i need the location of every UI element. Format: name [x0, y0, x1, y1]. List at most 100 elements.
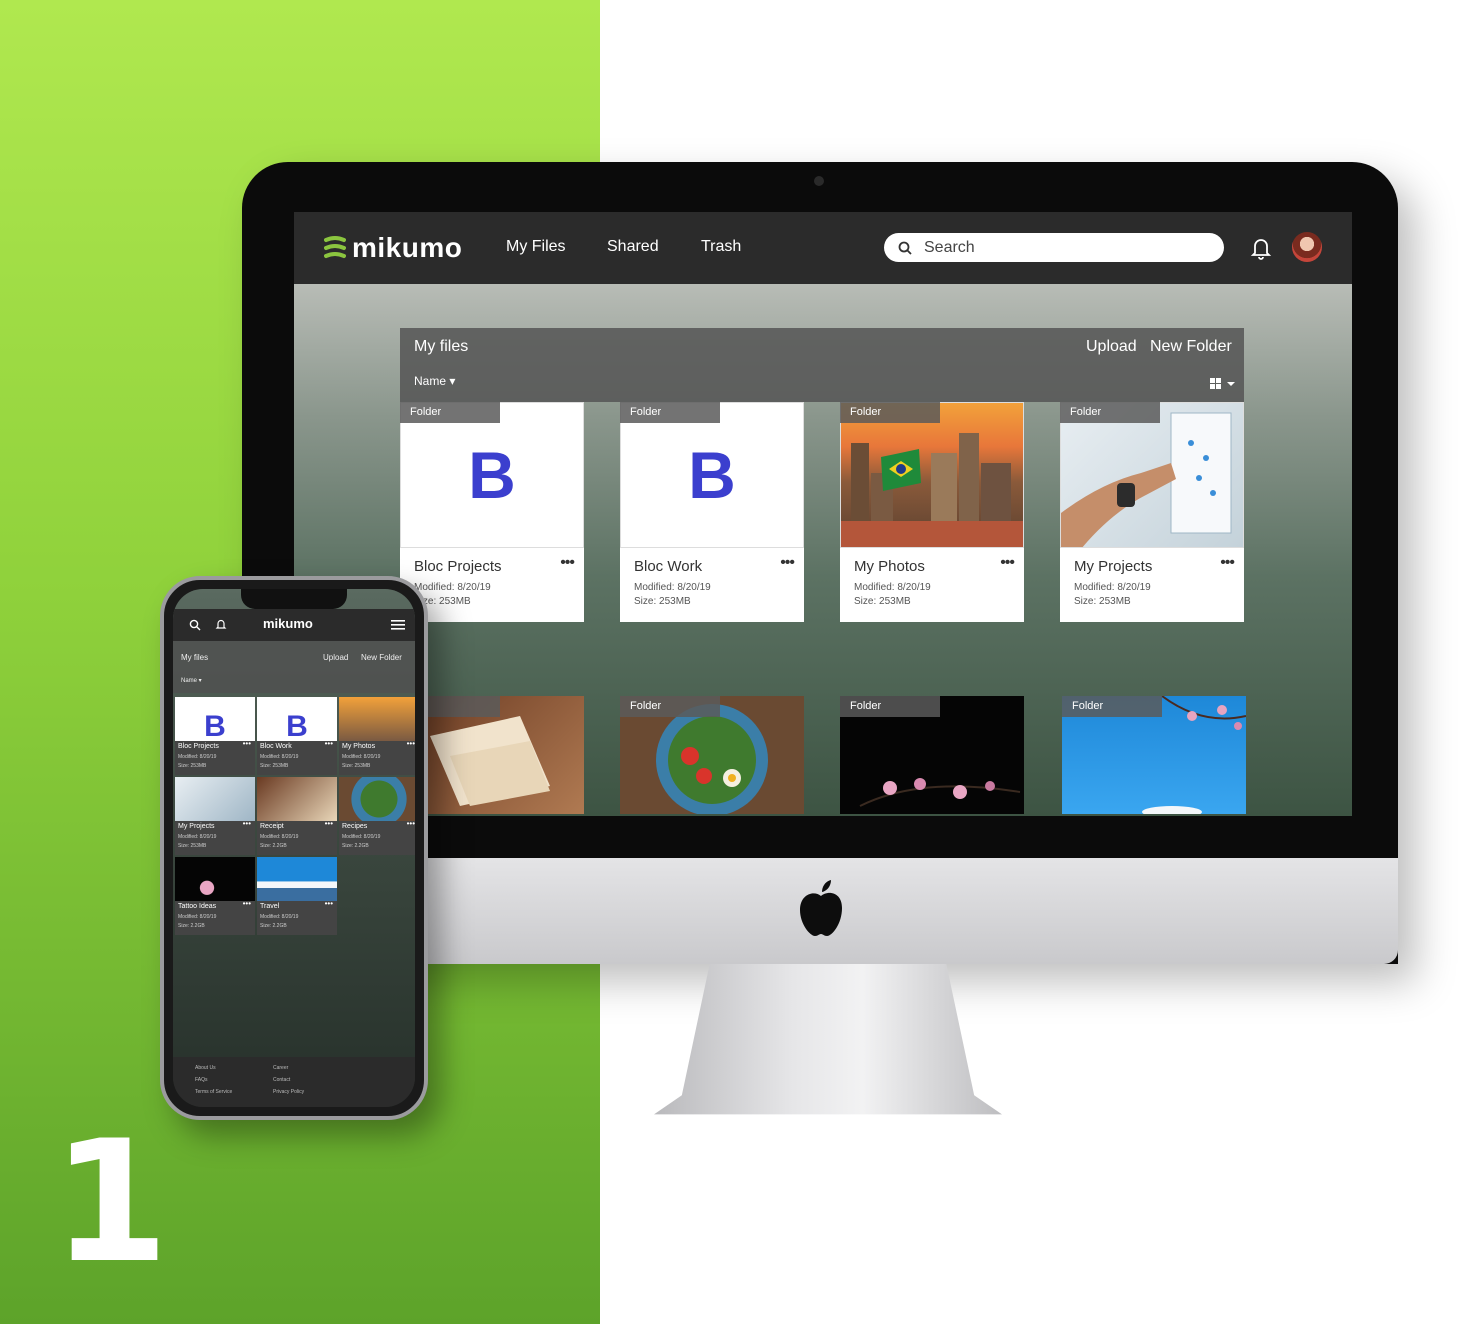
mobile-page-title: My files: [181, 653, 209, 662]
search-bar[interactable]: [884, 233, 1224, 262]
folder-card[interactable]: B Folder Bloc Work ••• Modified: 8/20/19…: [620, 402, 804, 622]
footer-link-faqs[interactable]: FAQs: [195, 1077, 208, 1083]
footer-link-career[interactable]: Career: [273, 1065, 288, 1071]
new-folder-button[interactable]: New Folder: [1150, 338, 1232, 356]
mobile-folder-name: Bloc Work: [260, 743, 292, 750]
folder-tag: Folder: [840, 696, 940, 717]
folder-tag: Folder: [1062, 696, 1162, 717]
more-options-icon[interactable]: •••: [1000, 554, 1015, 572]
mobile-folder-size: Size: 2.2GB: [260, 923, 287, 929]
nav-trash[interactable]: Trash: [701, 238, 741, 256]
avatar[interactable]: [1292, 232, 1322, 262]
folder-card[interactable]: Folder My Projects ••• Modified: 8/20/19…: [1060, 402, 1244, 622]
nav-shared[interactable]: Shared: [607, 238, 659, 256]
folder-card[interactable]: Folder My Photos ••• Modified: 8/20/19 S…: [840, 402, 1024, 622]
mobile-folder-size: Size: 253MB: [260, 763, 289, 769]
more-options-icon[interactable]: •••: [1220, 554, 1235, 572]
city-photo-thumbnail: [339, 697, 415, 741]
bloc-letter-logo: B: [468, 438, 516, 512]
sort-dropdown[interactable]: Name ▾: [414, 374, 455, 388]
mobile-footer: About Us FAQs Terms of Service Career Co…: [173, 1057, 415, 1107]
camera-icon: [814, 176, 824, 186]
more-options-icon[interactable]: •••: [325, 739, 333, 748]
bloc-letter-logo: B: [257, 697, 337, 741]
hand-whiteboard-image: [1061, 412, 1232, 547]
mobile-folder-modified: Modified: 8/20/19: [342, 834, 381, 840]
folder-card[interactable]: Folder: [840, 696, 1024, 814]
folder-tag: Folder: [840, 402, 940, 423]
folder-card[interactable]: Folder: [620, 696, 804, 814]
mobile-folder-card[interactable]: Travel Modified: 8/20/19 Size: 2.2GB •••: [257, 857, 337, 935]
folder-thumbnail: B: [400, 402, 584, 548]
city-skyline-image: [841, 433, 1023, 547]
hamburger-menu-icon[interactable]: [391, 620, 405, 630]
mobile-upload-button[interactable]: Upload: [323, 653, 348, 662]
search-icon: [898, 241, 912, 255]
bell-icon[interactable]: [1250, 236, 1272, 260]
folder-name: My Photos: [854, 558, 925, 575]
mobile-folder-modified: Modified: 8/20/19: [260, 914, 299, 920]
phone-device: mikumo My files Upload New Folder Name ▾…: [160, 576, 428, 1120]
grid-view-icon[interactable]: [1210, 378, 1238, 390]
folder-card[interactable]: B Folder Bloc Projects ••• Modified: 8/2…: [400, 402, 584, 622]
more-options-icon[interactable]: •••: [560, 554, 575, 572]
bell-icon[interactable]: [215, 618, 227, 631]
mobile-folder-size: Size: 2.2GB: [178, 923, 205, 929]
folder-size: Size: 253MB: [634, 596, 691, 607]
whiteboard-photo-thumbnail: [175, 777, 255, 821]
footer-link-contact[interactable]: Contact: [273, 1077, 290, 1083]
search-icon[interactable]: [189, 619, 201, 631]
mobile-logo[interactable]: mikumo: [263, 616, 313, 631]
upload-button[interactable]: Upload: [1086, 338, 1137, 356]
folder-size: Size: 253MB: [1074, 596, 1131, 607]
app-logo[interactable]: mikumo: [324, 232, 462, 264]
mobile-folder-size: Size: 253MB: [178, 843, 207, 849]
imac-stand: [654, 964, 1002, 1115]
bloc-letter-logo: B: [688, 438, 736, 512]
mobile-folder-card[interactable]: My Projects Modified: 8/20/19 Size: 253M…: [175, 777, 255, 855]
mobile-sort-dropdown[interactable]: Name ▾: [181, 677, 202, 684]
folder-modified: Modified: 8/20/19: [1074, 582, 1151, 593]
mobile-folder-size: Size: 253MB: [178, 763, 207, 769]
mobile-folder-size: Size: 253MB: [342, 763, 371, 769]
mobile-folder-modified: Modified: 8/20/19: [178, 914, 217, 920]
mobile-folder-modified: Modified: 8/20/19: [260, 754, 299, 760]
mobile-folder-card[interactable]: Tattoo Ideas Modified: 8/20/19 Size: 2.2…: [175, 857, 255, 935]
folder-card[interactable]: Folder: [1062, 696, 1246, 814]
files-area: My files Upload New Folder Name ▾ B Fold…: [294, 284, 1352, 816]
mobile-folder-name: Tattoo Ideas: [178, 903, 217, 910]
page-title: My files: [414, 338, 469, 355]
folder-tag: Folder: [1060, 402, 1160, 423]
mobile-new-folder-button[interactable]: New Folder: [361, 653, 402, 662]
mobile-folder-name: My Projects: [178, 823, 215, 830]
footer-link-privacy[interactable]: Privacy Policy: [273, 1089, 304, 1095]
mobile-folder-card[interactable]: Recipes Modified: 8/20/19 Size: 2.2GB ••…: [339, 777, 415, 855]
folder-size: Size: 253MB: [854, 596, 911, 607]
mobile-folder-card[interactable]: B Bloc Projects Modified: 8/20/19 Size: …: [175, 697, 255, 775]
folder-name: My Projects: [1074, 558, 1153, 575]
nav-my-files[interactable]: My Files: [506, 238, 566, 256]
mobile-folder-card[interactable]: B Bloc Work Modified: 8/20/19 Size: 253M…: [257, 697, 337, 775]
footer-link-about[interactable]: About Us: [195, 1065, 216, 1071]
logo-mark-icon: [324, 236, 346, 258]
more-options-icon[interactable]: •••: [407, 819, 415, 828]
step-number: 1: [52, 1104, 169, 1300]
mobile-folder-card[interactable]: My Photos Modified: 8/20/19 Size: 253MB …: [339, 697, 415, 775]
files-header-panel: My files Upload New Folder Name ▾: [400, 328, 1244, 402]
search-input[interactable]: [924, 238, 1194, 257]
more-options-icon[interactable]: •••: [243, 899, 251, 908]
cherry-blossom-thumbnail: [175, 857, 255, 901]
folder-thumbnail: B: [620, 402, 804, 548]
more-options-icon[interactable]: •••: [243, 739, 251, 748]
more-options-icon[interactable]: •••: [325, 899, 333, 908]
footer-link-terms[interactable]: Terms of Service: [195, 1089, 232, 1095]
more-options-icon[interactable]: •••: [243, 819, 251, 828]
mobile-folder-modified: Modified: 8/20/19: [178, 754, 217, 760]
salad-bowl-thumbnail: [339, 777, 415, 821]
mobile-folder-card[interactable]: Receipt Modified: 8/20/19 Size: 2.2GB ••…: [257, 777, 337, 855]
more-options-icon[interactable]: •••: [780, 554, 795, 572]
mount-fuji-thumbnail: [257, 857, 337, 901]
folder-tag: Folder: [620, 402, 720, 423]
more-options-icon[interactable]: •••: [407, 739, 415, 748]
more-options-icon[interactable]: •••: [325, 819, 333, 828]
